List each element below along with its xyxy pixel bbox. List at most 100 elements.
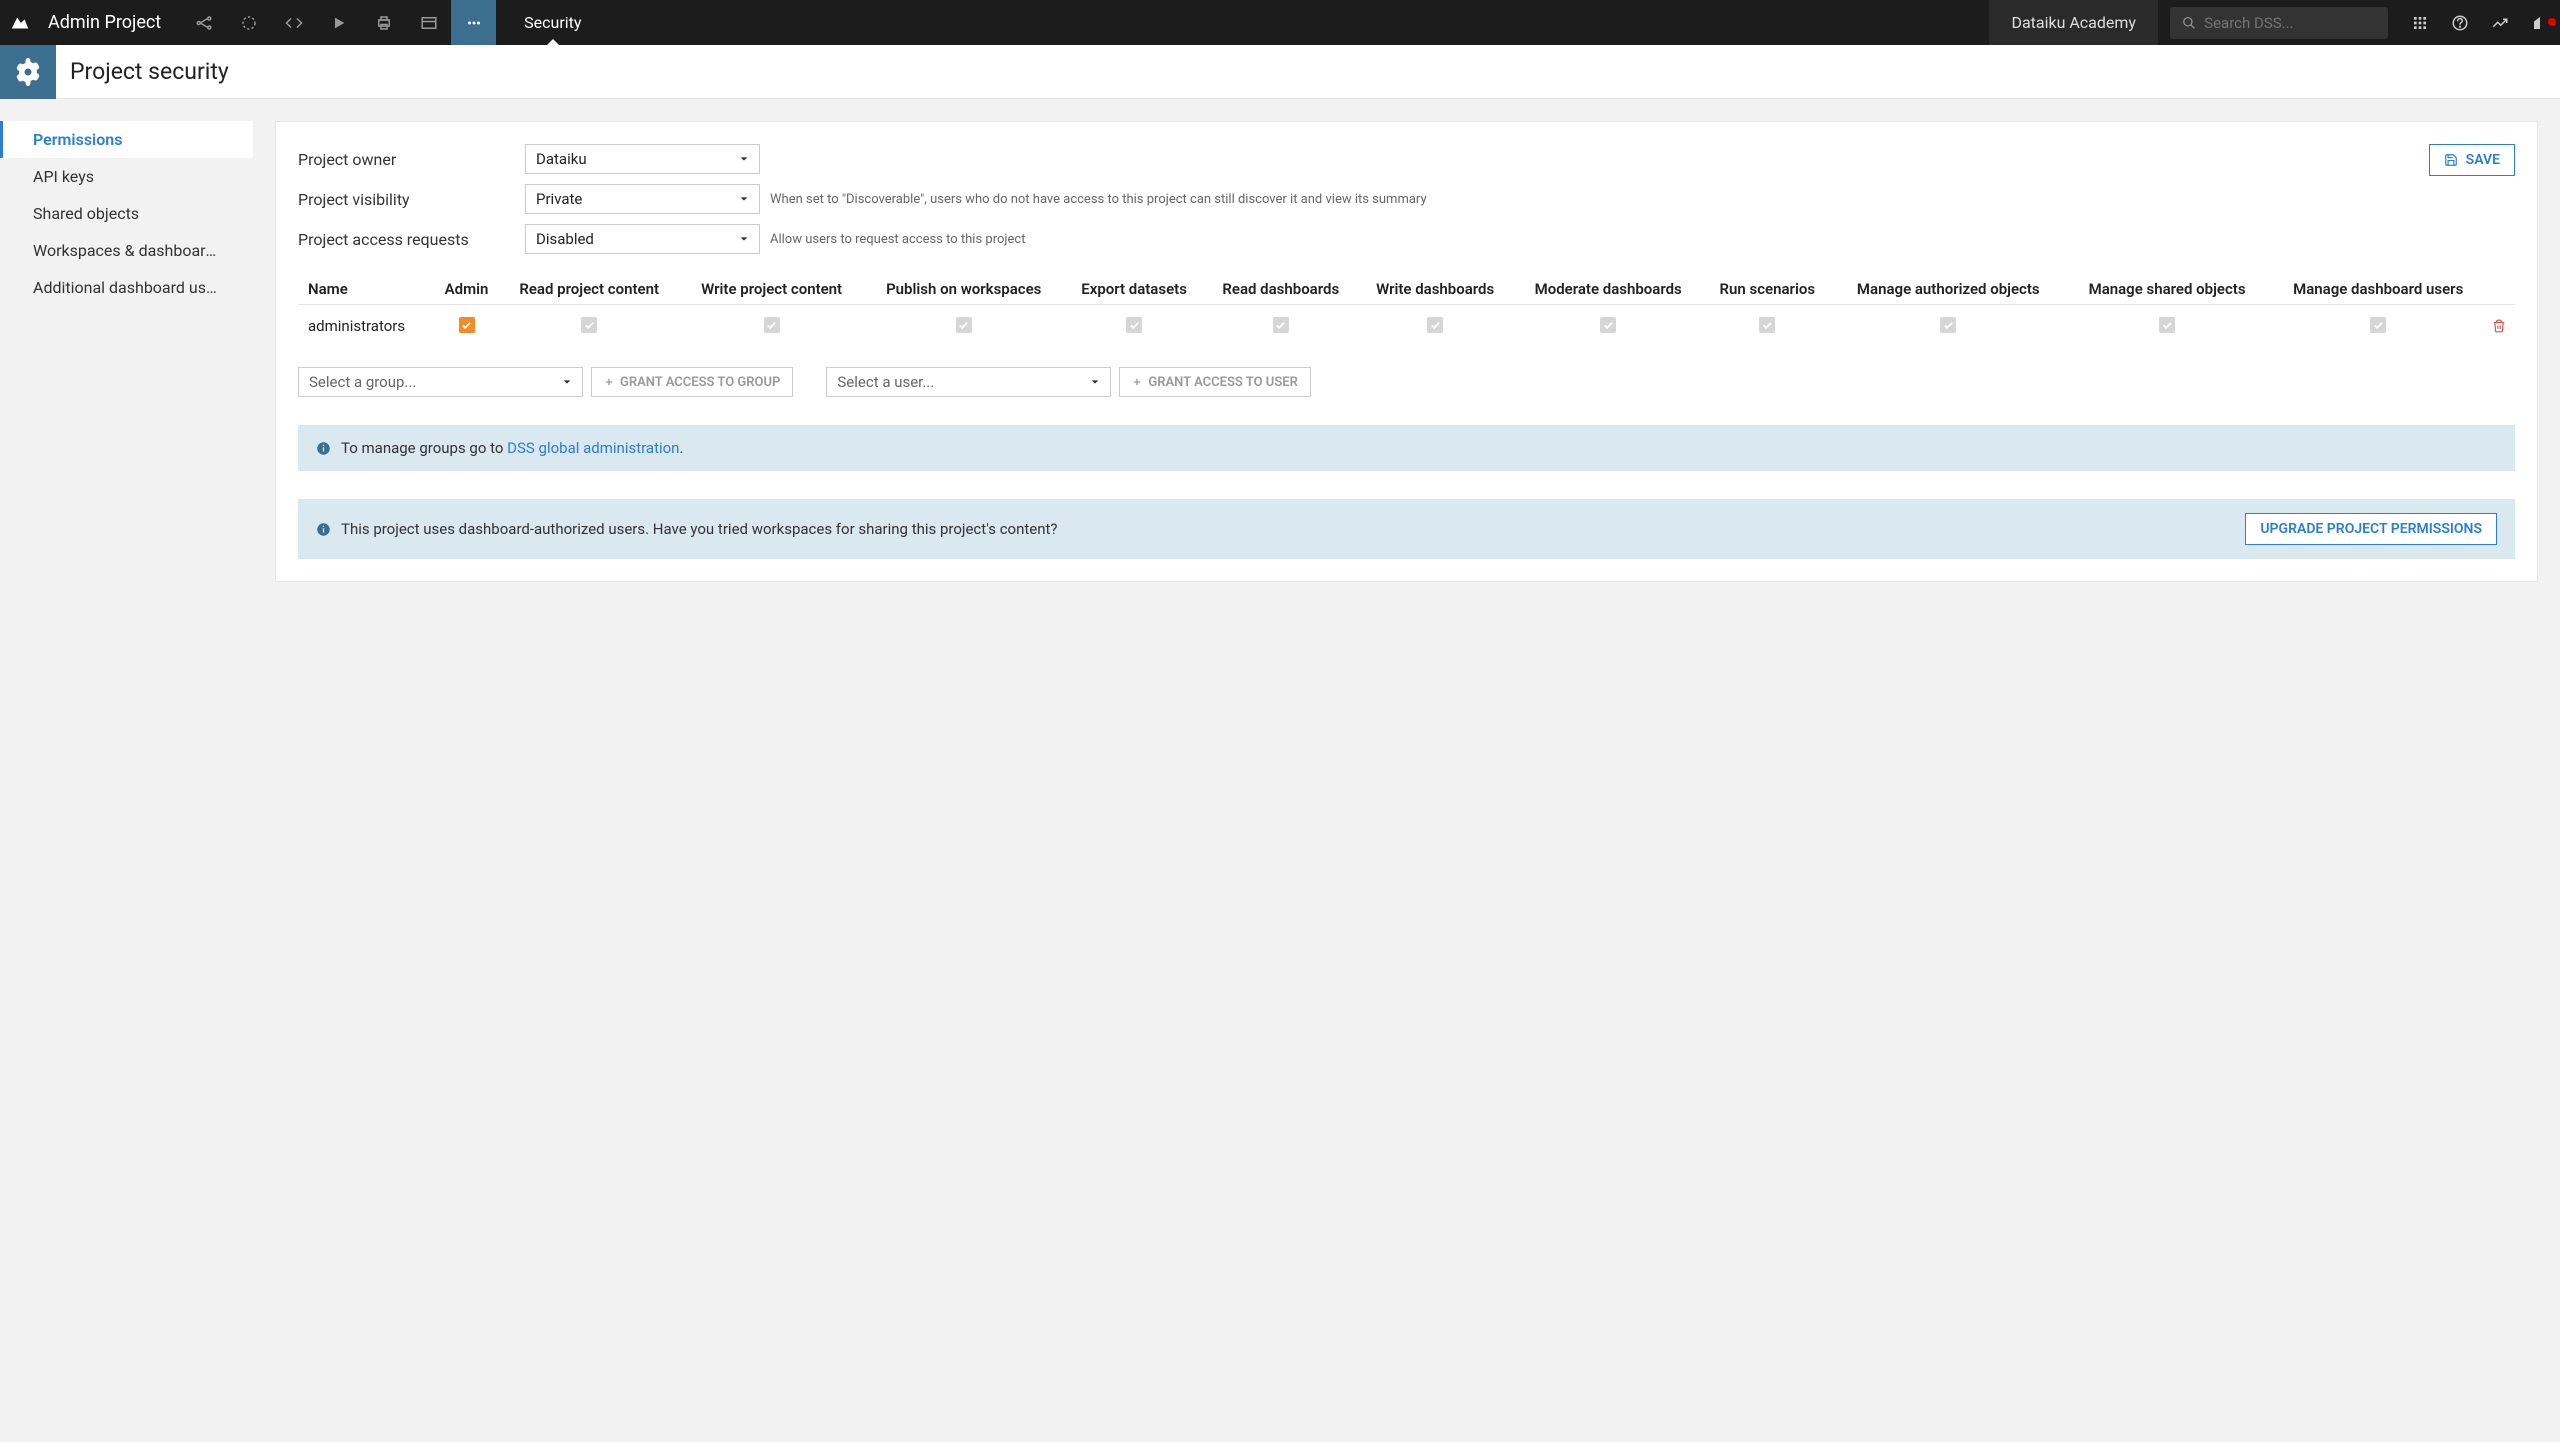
top-navbar: Admin Project Security Dataiku Academy <box>0 0 2560 45</box>
label-project-owner: Project owner <box>298 150 525 169</box>
flow-icon[interactable] <box>181 0 226 45</box>
table-row: administrators <box>298 305 2515 348</box>
select-project-access-requests[interactable]: Disabled <box>525 224 760 254</box>
checkbox-publish-workspaces[interactable] <box>956 317 972 333</box>
permissions-table: Name Admin Read project content Write pr… <box>298 274 2515 347</box>
caret-down-icon <box>1090 377 1100 387</box>
row-project-visibility: Project visibility Private When set to "… <box>298 184 2429 214</box>
caret-down-icon <box>739 194 749 204</box>
th-name: Name <box>298 274 435 305</box>
checkbox-write-project[interactable] <box>764 317 780 333</box>
th-run-scenarios: Run scenarios <box>1704 274 1831 305</box>
save-button[interactable]: SAVE <box>2429 144 2515 176</box>
search-icon <box>2182 15 2196 31</box>
cell-name: administrators <box>298 305 435 348</box>
academy-link[interactable]: Dataiku Academy <box>1989 0 2158 45</box>
th-export-datasets: Export datasets <box>1064 274 1204 305</box>
more-icon[interactable] <box>451 0 496 45</box>
checkbox-read-dashboards[interactable] <box>1273 317 1289 333</box>
checkbox-export-datasets[interactable] <box>1126 317 1142 333</box>
sidebar-item-shared-objects[interactable]: Shared objects <box>0 195 253 232</box>
th-publish-workspaces: Publish on workspaces <box>863 274 1064 305</box>
tab-security[interactable]: Security <box>496 0 609 45</box>
th-write-dashboards: Write dashboards <box>1358 274 1513 305</box>
select-project-visibility-value: Private <box>536 190 582 208</box>
table-header-row: Name Admin Read project content Write pr… <box>298 274 2515 305</box>
help-project-visibility: When set to "Discoverable", users who do… <box>770 192 1427 207</box>
toolbar-icons <box>181 0 496 45</box>
help-project-access-requests: Allow users to request access to this pr… <box>770 232 1025 247</box>
th-admin: Admin <box>435 274 499 305</box>
caret-down-icon <box>562 377 572 387</box>
info-icon <box>316 441 331 456</box>
code-icon[interactable] <box>271 0 316 45</box>
th-write-project: Write project content <box>680 274 863 305</box>
recipe-icon[interactable] <box>226 0 271 45</box>
select-group[interactable]: Select a group... <box>298 367 583 397</box>
upgrade-permissions-button[interactable]: UPGRADE PROJECT PERMISSIONS <box>2245 513 2497 545</box>
dss-admin-link[interactable]: DSS global administration <box>507 439 679 457</box>
checkbox-moderate-dashboards[interactable] <box>1600 317 1616 333</box>
print-icon[interactable] <box>361 0 406 45</box>
search-input[interactable] <box>2204 14 2376 32</box>
play-icon[interactable] <box>316 0 361 45</box>
caret-down-icon <box>739 234 749 244</box>
form-left: Project owner Dataiku Project visibility… <box>298 144 2429 264</box>
main: Permissions API keys Shared objects Work… <box>0 99 2560 1442</box>
row-project-access-requests: Project access requests Disabled Allow u… <box>298 224 2429 254</box>
select-project-visibility[interactable]: Private <box>525 184 760 214</box>
checkbox-write-dashboards[interactable] <box>1427 317 1443 333</box>
select-group-placeholder: Select a group... <box>309 373 416 391</box>
grant-user-button-label: GRANT ACCESS TO USER <box>1148 375 1297 390</box>
settings-icon <box>0 45 56 99</box>
th-actions <box>2488 274 2515 305</box>
plus-icon <box>604 377 614 387</box>
checkbox-admin[interactable] <box>459 317 475 333</box>
select-user-placeholder: Select a user... <box>837 373 934 391</box>
info-icon <box>316 522 331 537</box>
th-manage-dashboard-users: Manage dashboard users <box>2269 274 2488 305</box>
panel: Project owner Dataiku Project visibility… <box>275 121 2538 582</box>
th-moderate-dashboards: Moderate dashboards <box>1513 274 1704 305</box>
content: Project owner Dataiku Project visibility… <box>253 99 2560 1442</box>
apps-icon[interactable] <box>2400 15 2440 31</box>
checkbox-manage-authorized[interactable] <box>1940 317 1956 333</box>
info-manage-groups: To manage groups go to DSS global admini… <box>298 425 2515 471</box>
dashboard-icon[interactable] <box>406 0 451 45</box>
form-top: Project owner Dataiku Project visibility… <box>298 144 2515 264</box>
grant-group-button[interactable]: GRANT ACCESS TO GROUP <box>591 367 793 397</box>
sidebar-item-permissions[interactable]: Permissions <box>0 121 253 158</box>
row-project-owner: Project owner Dataiku <box>298 144 2429 174</box>
project-name[interactable]: Admin Project <box>40 12 181 33</box>
sidebar-item-workspaces-dashboards[interactable]: Workspaces & dashboards au… <box>0 232 253 269</box>
th-read-project: Read project content <box>498 274 680 305</box>
sidebar-item-api-keys[interactable]: API keys <box>0 158 253 195</box>
help-icon[interactable] <box>2440 14 2480 32</box>
select-project-owner[interactable]: Dataiku <box>525 144 760 174</box>
delete-row-button[interactable] <box>2492 319 2511 333</box>
checkbox-manage-dashboard-users[interactable] <box>2370 317 2386 333</box>
activity-icon[interactable] <box>2480 14 2520 32</box>
logo-icon[interactable] <box>0 12 40 34</box>
th-read-dashboards: Read dashboards <box>1204 274 1358 305</box>
save-icon <box>2444 153 2458 167</box>
select-user[interactable]: Select a user... <box>826 367 1111 397</box>
checkbox-manage-shared[interactable] <box>2159 317 2175 333</box>
checkbox-read-project[interactable] <box>581 317 597 333</box>
sidebar: Permissions API keys Shared objects Work… <box>0 99 253 1442</box>
select-project-owner-value: Dataiku <box>536 150 587 168</box>
search-box[interactable] <box>2170 7 2388 39</box>
info-text-prefix: To manage groups go to <box>341 439 507 457</box>
notifications-icon[interactable] <box>2520 14 2560 32</box>
select-project-access-requests-value: Disabled <box>536 230 594 248</box>
sidebar-item-additional-dashboard-users[interactable]: Additional dashboard users <box>0 269 253 306</box>
info-upgrade-permissions: This project uses dashboard-authorized u… <box>298 499 2515 559</box>
grant-user-button[interactable]: GRANT ACCESS TO USER <box>1119 367 1310 397</box>
save-button-label: SAVE <box>2466 152 2500 168</box>
topbar-left: Admin Project Security <box>0 0 609 45</box>
checkbox-run-scenarios[interactable] <box>1759 317 1775 333</box>
plus-icon <box>1132 377 1142 387</box>
page-header: Project security <box>0 45 2560 99</box>
label-project-access-requests: Project access requests <box>298 230 525 249</box>
label-project-visibility: Project visibility <box>298 190 525 209</box>
